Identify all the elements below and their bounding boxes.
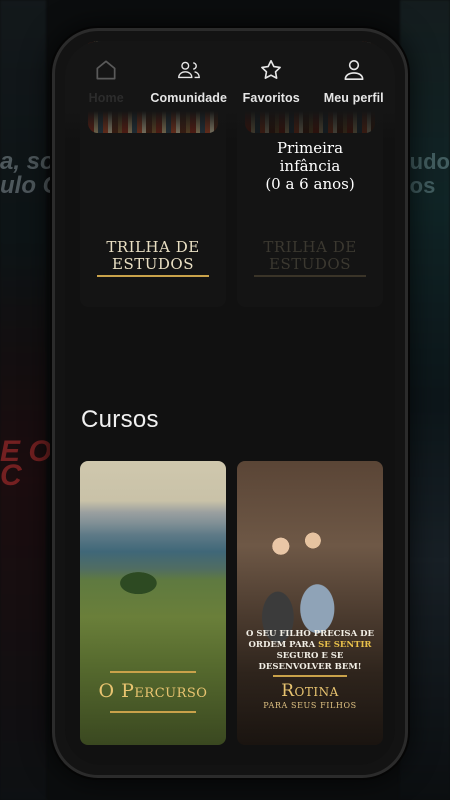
card-title-line1: TRILHA DE bbox=[263, 238, 357, 256]
course-title: O Percurso bbox=[98, 680, 208, 702]
title-rule-top bbox=[273, 675, 347, 677]
background-left-text: a, so ulo C bbox=[0, 148, 60, 199]
title-rule-bottom bbox=[110, 711, 196, 713]
section-title-cursos: Cursos bbox=[81, 406, 159, 433]
background-right-text: udo os bbox=[409, 149, 450, 198]
users-icon bbox=[177, 61, 200, 79]
user-icon bbox=[344, 59, 364, 81]
course-card-o-percurso[interactable]: O Percurso bbox=[80, 461, 226, 745]
tagline-highlight: se sentir bbox=[318, 640, 372, 650]
home-icon bbox=[96, 60, 116, 80]
card-title-line2: ESTUDOS bbox=[112, 255, 194, 273]
card-underline bbox=[254, 275, 366, 277]
card-title-line2: ESTUDOS bbox=[269, 255, 351, 273]
background-left-poster bbox=[0, 0, 46, 800]
tab-comunidade[interactable]: Comunidade bbox=[148, 57, 231, 105]
course-title: Rotina bbox=[281, 681, 339, 701]
tab-label: Home bbox=[88, 91, 124, 105]
course-tagline: O seu filho precisa de ordem para se sen… bbox=[243, 629, 377, 673]
top-navigation: Home Comunidade Favoritos Meu perfil bbox=[65, 41, 395, 141]
tab-label: Meu perfil bbox=[323, 91, 384, 105]
card-underline bbox=[97, 275, 209, 277]
course-card-rotina[interactable]: O seu filho precisa de ordem para se sen… bbox=[237, 461, 383, 745]
card-overlay-primeira-infancia: Primeira infância (0 a 6 anos) bbox=[265, 139, 355, 193]
title-rule-top bbox=[110, 671, 196, 673]
tab-favoritos[interactable]: Favoritos bbox=[230, 57, 313, 105]
course-subtitle: PARA SEUS FILHOS bbox=[263, 701, 357, 710]
app-screen: TRILHA DE ESTUDOS Primeira infância (0 a… bbox=[65, 41, 395, 765]
card-title-line1: TRILHA DE bbox=[106, 238, 200, 256]
tab-meu-perfil[interactable]: Meu perfil bbox=[313, 57, 396, 105]
tab-label: Comunidade bbox=[150, 91, 228, 105]
tagline-text-2: seguro e se desenvolver bem! bbox=[258, 651, 362, 672]
tab-label: Favoritos bbox=[242, 91, 300, 105]
star-icon bbox=[261, 59, 282, 79]
tab-home[interactable]: Home bbox=[65, 57, 148, 105]
phone-frame: TRILHA DE ESTUDOS Primeira infância (0 a… bbox=[52, 28, 408, 778]
